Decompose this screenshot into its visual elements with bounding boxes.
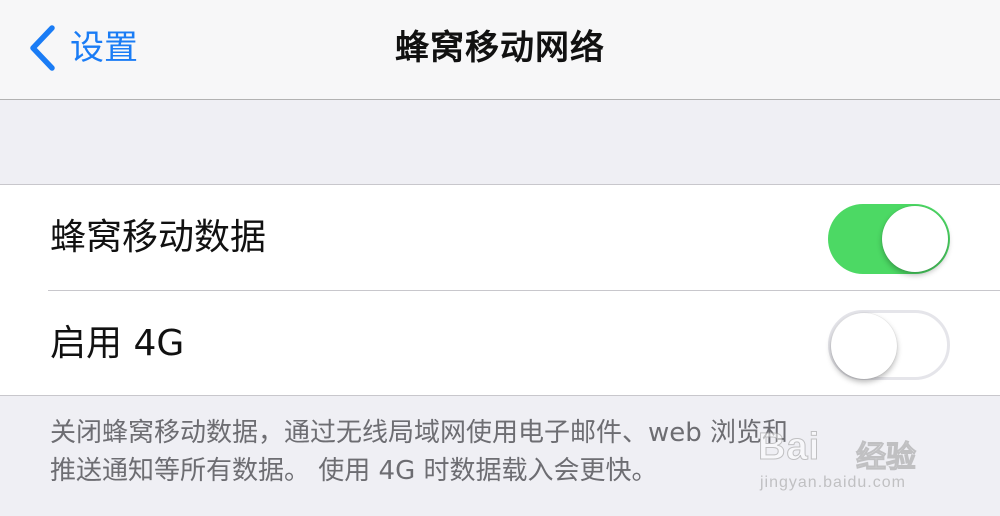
- navigation-bar: 设置 蜂窝移动网络: [0, 0, 1000, 100]
- page-title: 蜂窝移动网络: [395, 28, 605, 68]
- toggle-knob: [831, 313, 897, 379]
- footer-note-line: 推送通知等所有数据。 使用 4G 时数据载入会更快。: [50, 456, 658, 486]
- cellular-data-row: 蜂窝移动数据: [0, 185, 1000, 290]
- enable-4g-row: 启用 4G: [0, 291, 1000, 396]
- cellular-data-toggle[interactable]: [828, 204, 950, 274]
- toggle-knob: [882, 206, 948, 272]
- enable-4g-label: 启用 4G: [50, 323, 185, 364]
- footer-note-line: 关闭蜂窝移动数据，通过无线局域网使用电子邮件、web 浏览和: [50, 418, 789, 448]
- settings-group: 蜂窝移动数据 启用 4G: [0, 184, 1000, 396]
- enable-4g-toggle[interactable]: [828, 310, 950, 380]
- cellular-data-label: 蜂窝移动数据: [50, 217, 267, 258]
- footer-note: 关闭蜂窝移动数据，通过无线局域网使用电子邮件、web 浏览和 推送通知等所有数据…: [50, 414, 960, 490]
